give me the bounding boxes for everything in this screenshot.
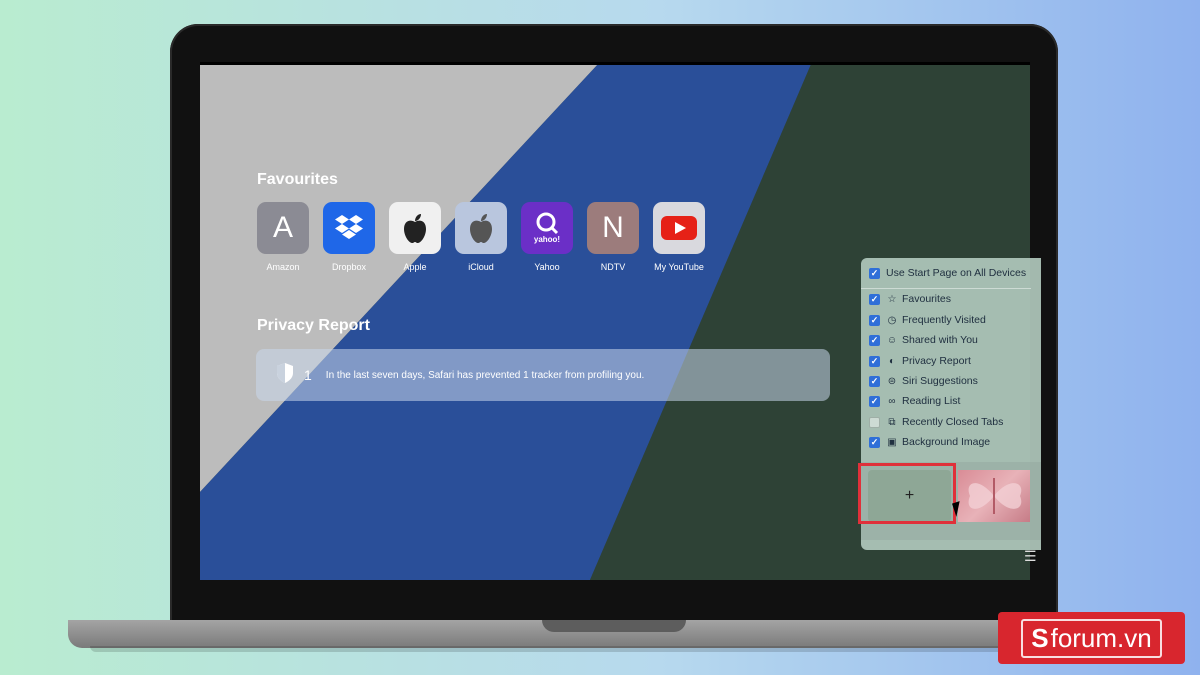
option-shared-with-you[interactable]: ✓ ☺ Shared with You — [869, 334, 978, 346]
people-icon: ☺ — [886, 334, 898, 346]
star-icon: ☆ — [887, 293, 897, 305]
option-recently-closed-tabs[interactable]: ⧉ Recently Closed Tabs — [869, 416, 1003, 428]
option-label: Reading List — [902, 395, 961, 407]
favourites-grid: A Amazon Dropbox Apple iCloud yahoo! Yah… — [256, 202, 706, 273]
laptop-shadow — [90, 646, 1076, 652]
favourite-label: NDTV — [600, 262, 626, 272]
laptop-notch — [542, 620, 686, 632]
favourite-my-youtube[interactable]: My YouTube — [652, 202, 706, 273]
checkbox-checked[interactable]: ✓ — [869, 314, 880, 326]
brand-prefix: S — [1031, 622, 1049, 653]
siri-icon: ⊜ — [887, 375, 897, 387]
favourite-amazon[interactable]: A Amazon — [256, 202, 310, 273]
favourites-title: Favourites — [257, 171, 338, 188]
checkbox-checked[interactable]: ✓ — [869, 395, 880, 407]
option-label: Favourites — [902, 293, 952, 305]
shield-icon — [276, 362, 294, 389]
menu-icon[interactable]: ☰ — [1024, 548, 1037, 565]
privacy-message: In the last seven days, Safari has preve… — [325, 369, 645, 381]
favourite-apple[interactable]: Apple — [388, 202, 442, 273]
background-thumbnail[interactable] — [958, 470, 1030, 522]
checkbox-checked[interactable]: ✓ — [869, 375, 880, 387]
option-favourites[interactable]: ✓ ☆ Favourites — [869, 293, 951, 305]
svg-text:yahoo!: yahoo! — [534, 235, 560, 244]
divider — [861, 288, 1031, 289]
favourite-label: My YouTube — [654, 262, 704, 272]
checkbox-checked[interactable]: ✓ — [869, 267, 880, 279]
checkbox-checked[interactable]: ✓ — [869, 355, 880, 367]
favourite-icloud[interactable]: iCloud — [454, 202, 508, 273]
option-label: Recently Closed Tabs — [902, 416, 1004, 428]
option-label: Frequently Visited — [902, 314, 986, 326]
yahoo-icon: yahoo! — [521, 202, 573, 254]
option-privacy-report[interactable]: ✓ ◐ Privacy Report — [869, 355, 971, 367]
option-reading-list[interactable]: ✓ ∞ Reading List — [869, 395, 960, 407]
favourite-label: Dropbox — [331, 262, 367, 272]
favourite-dropbox[interactable]: Dropbox — [322, 202, 376, 273]
privacy-report-title: Privacy Report — [257, 317, 370, 334]
option-label: Background Image — [902, 436, 991, 448]
favourite-yahoo[interactable]: yahoo! Yahoo — [520, 202, 574, 273]
checkbox-unchecked[interactable] — [869, 416, 880, 428]
apple-logo-icon — [455, 202, 507, 254]
option-frequently-visited[interactable]: ✓ ◷ Frequently Visited — [869, 314, 986, 326]
favourite-label: Apple — [403, 262, 427, 272]
option-label: Use Start Page on All Devices — [886, 267, 1027, 279]
screen-top-edge — [200, 62, 1030, 65]
favourite-label: Yahoo — [534, 262, 560, 272]
sforum-logo: S forum.vn — [998, 612, 1185, 664]
brand-name: forum.vn — [1050, 622, 1152, 653]
option-siri-suggestions[interactable]: ✓ ⊜ Siri Suggestions — [869, 375, 978, 387]
apple-logo-icon — [389, 202, 441, 254]
glasses-icon: ∞ — [888, 395, 896, 407]
amazon-letter-icon: A — [257, 202, 309, 254]
ndtv-letter-icon: N — [587, 202, 639, 254]
option-background-image[interactable]: ✓ ▣ Background Image — [869, 436, 990, 448]
shield-half-icon: ◐ — [888, 355, 896, 367]
clock-icon: ◷ — [887, 314, 897, 326]
youtube-icon — [653, 202, 705, 254]
checkbox-checked[interactable]: ✓ — [869, 436, 880, 448]
option-label: Siri Suggestions — [902, 375, 978, 387]
tabs-icon: ⧉ — [888, 416, 896, 428]
image-icon: ▣ — [887, 436, 897, 448]
checkbox-checked[interactable]: ✓ — [869, 293, 880, 305]
option-label: Shared with You — [902, 334, 978, 346]
favourite-label: iCloud — [468, 262, 494, 272]
privacy-report-card[interactable]: 1 In the last seven days, Safari has pre… — [256, 349, 830, 401]
highlight-box — [858, 463, 956, 524]
favourite-ndtv[interactable]: N NDTV — [586, 202, 640, 273]
favourite-label: Amazon — [266, 262, 300, 272]
checkbox-checked[interactable]: ✓ — [869, 334, 880, 346]
dropbox-icon — [323, 202, 375, 254]
option-label: Privacy Report — [902, 355, 971, 367]
tracker-count: 1 — [304, 367, 312, 383]
use-all-devices-option[interactable]: ✓ Use Start Page on All Devices — [869, 267, 1026, 279]
